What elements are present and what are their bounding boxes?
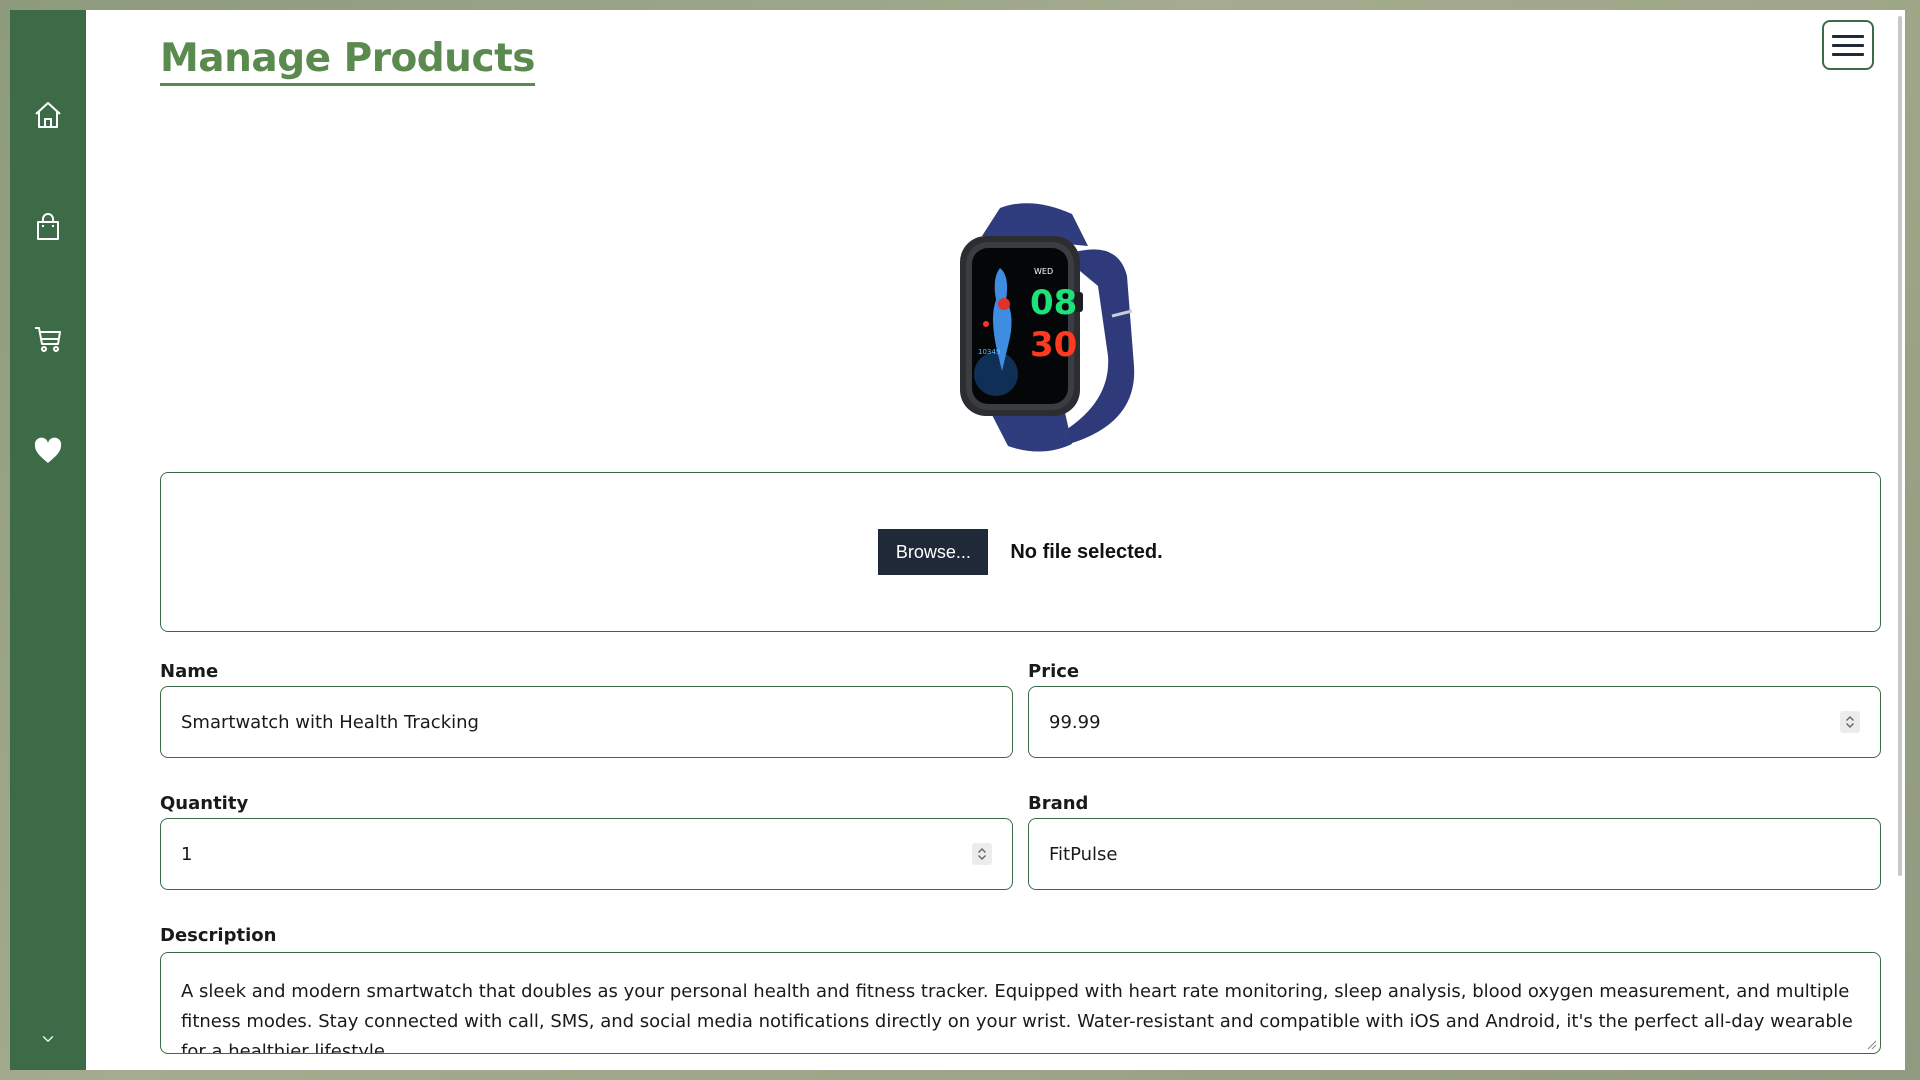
svg-text:30: 30 [1030,325,1077,365]
page-title: Manage Products [160,36,535,86]
description-textarea[interactable]: A sleek and modern smartwatch that doubl… [160,952,1881,1054]
sidebar-item-cart[interactable] [10,304,86,374]
brand-field[interactable]: FitPulse [1028,818,1881,890]
brand-label: Brand [1028,793,1089,814]
scrollbar-thumb[interactable] [1898,16,1902,876]
shopping-bag-icon [37,213,59,240]
description-value: A sleek and modern smartwatch that doubl… [181,981,1853,1054]
chevron-up-icon [1846,716,1854,721]
file-upload-dropzone[interactable]: Browse... No file selected. [160,472,1881,632]
svg-text:WED: WED [1034,267,1053,276]
main-content: Manage Products 08 30 WED 10349 Browse..… [86,10,1905,1070]
name-value: Smartwatch with Health Tracking [181,711,479,733]
name-label: Name [160,661,219,682]
shopping-cart-icon [35,327,61,352]
price-stepper[interactable] [1840,711,1860,733]
price-label: Price [1028,661,1080,682]
svg-text:10349: 10349 [978,348,1000,356]
browse-button[interactable]: Browse... [878,529,989,575]
chevron-up-icon [978,848,986,853]
brand-value: FitPulse [1049,843,1118,865]
heart-icon [34,437,62,463]
quantity-value: 1 [181,843,193,865]
file-status-text: No file selected. [1010,540,1163,563]
vertical-scrollbar[interactable] [1893,10,1905,1070]
price-field[interactable]: 99.99 [1028,686,1881,758]
svg-text:08: 08 [1030,283,1077,323]
sidebar-expand-button[interactable] [10,1014,86,1064]
name-field[interactable]: Smartwatch with Health Tracking [160,686,1013,758]
sidebar [10,10,86,1070]
quantity-field[interactable]: 1 [160,818,1013,890]
quantity-label: Quantity [160,793,249,814]
price-value: 99.99 [1049,711,1101,733]
home-icon [35,102,61,128]
chevron-down-icon [978,855,986,860]
sidebar-item-favorites[interactable] [10,416,86,486]
resize-grip-icon[interactable] [1865,1038,1877,1050]
description-label: Description [160,925,277,946]
chevron-down-icon [42,1036,54,1042]
product-image: 08 30 WED 10349 [960,203,1135,452]
sidebar-item-products[interactable] [10,192,86,262]
sidebar-item-home[interactable] [10,80,86,150]
hamburger-menu-icon [1832,34,1864,38]
app-window: Manage Products 08 30 WED 10349 Browse..… [10,10,1905,1070]
hamburger-menu-button[interactable] [1822,20,1874,70]
quantity-stepper[interactable] [972,843,992,865]
chevron-down-icon [1846,723,1854,728]
